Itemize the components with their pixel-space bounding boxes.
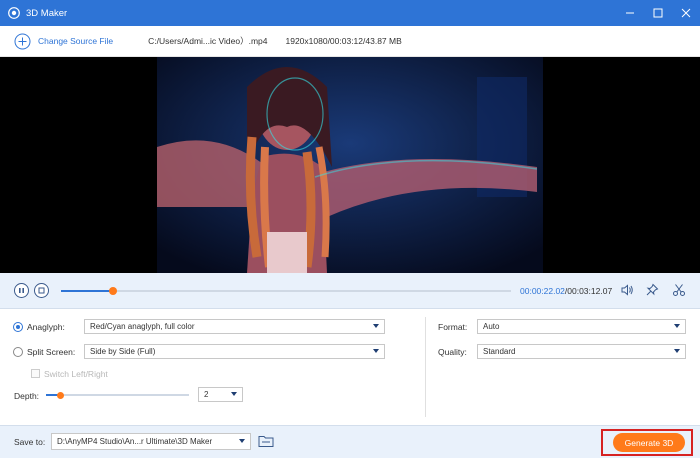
chevron-down-icon [674, 349, 680, 353]
chevron-down-icon [231, 392, 237, 396]
depth-slider-handle[interactable] [56, 391, 64, 399]
source-file-meta: 1920x1080/00:03:12/43.87 MB [285, 36, 402, 46]
save-path-value: D:\AnyMP4 Studio\An...r Ultimate\3D Make… [57, 437, 213, 446]
source-info-bar: Change Source File C:/Users/Admi...ic Vi… [0, 26, 700, 57]
depth-label: Depth: [14, 391, 40, 401]
split-screen-label: Split Screen: [27, 347, 76, 357]
depth-slider[interactable] [46, 391, 189, 399]
switch-left-right-label: Switch Left/Right [44, 369, 108, 379]
format-select[interactable]: Auto [477, 319, 686, 334]
source-file-path: C:/Users/Admi...ic Video）.mp4 [148, 36, 268, 46]
split-screen-select[interactable]: Side by Side (Full) [84, 344, 385, 359]
change-source-button[interactable]: Change Source File [14, 33, 113, 50]
format-value: Auto [483, 322, 500, 331]
pause-button[interactable] [14, 283, 29, 298]
add-circle-icon [14, 33, 31, 49]
current-time: 00:00:22.02 [520, 286, 565, 296]
progress-handle[interactable] [108, 287, 117, 295]
progress-track[interactable] [61, 287, 511, 295]
volume-icon[interactable] [620, 283, 634, 297]
anaglyph-value: Red/Cyan anaglyph, full color [90, 322, 195, 331]
title-bar: 3D Maker [0, 0, 700, 26]
quality-value: Standard [483, 347, 516, 356]
chevron-down-icon [373, 349, 379, 353]
anaglyph-label: Anaglyph: [27, 322, 65, 332]
stop-icon [38, 287, 45, 294]
generate-3d-button[interactable]: Generate 3D [613, 433, 685, 452]
save-path-select[interactable]: D:\AnyMP4 Studio\An...r Ultimate\3D Make… [51, 433, 251, 450]
playback-bar: 00:00:22.02/00:03:12.07 [0, 273, 700, 309]
close-icon [681, 8, 691, 18]
window-title: 3D Maker [26, 7, 68, 19]
split-screen-value: Side by Side (Full) [90, 347, 156, 356]
close-button[interactable] [672, 0, 700, 26]
save-to-label: Save to: [14, 437, 46, 447]
scissors-icon[interactable] [672, 283, 686, 297]
video-frame [157, 57, 543, 273]
quality-label: Quality: [438, 347, 467, 357]
video-preview [0, 57, 700, 273]
maximize-icon [653, 8, 663, 18]
switch-left-right-checkbox[interactable] [31, 369, 40, 378]
pin-icon[interactable] [645, 283, 659, 297]
quality-select[interactable]: Standard [477, 344, 686, 359]
folder-icon[interactable] [258, 434, 274, 448]
footer-bar: Save to: D:\AnyMP4 Studio\An...r Ultimat… [0, 425, 700, 458]
anaglyph-radio[interactable] [13, 322, 23, 332]
depth-select[interactable]: 2 [198, 387, 243, 402]
stop-button[interactable] [34, 283, 49, 298]
change-source-label: Change Source File [38, 36, 114, 46]
minimize-icon [626, 12, 634, 14]
settings-divider [425, 317, 426, 417]
progress-fill [61, 290, 113, 292]
video-still-image [157, 57, 543, 273]
chevron-down-icon [674, 324, 680, 328]
time-display: 00:00:22.02/00:03:12.07 [520, 286, 612, 296]
maximize-button[interactable] [644, 0, 672, 26]
chevron-down-icon [239, 439, 245, 443]
depth-value: 2 [204, 390, 209, 399]
total-time: /00:03:12.07 [564, 286, 613, 296]
app-logo-icon [8, 7, 20, 19]
chevron-down-icon [373, 324, 379, 328]
minimize-button[interactable] [616, 0, 644, 26]
format-label: Format: [438, 322, 468, 332]
settings-panel: Anaglyph: Red/Cyan anaglyph, full color … [0, 309, 700, 425]
anaglyph-select[interactable]: Red/Cyan anaglyph, full color [84, 319, 385, 334]
pause-icon [19, 288, 24, 293]
split-screen-radio[interactable] [13, 347, 23, 357]
